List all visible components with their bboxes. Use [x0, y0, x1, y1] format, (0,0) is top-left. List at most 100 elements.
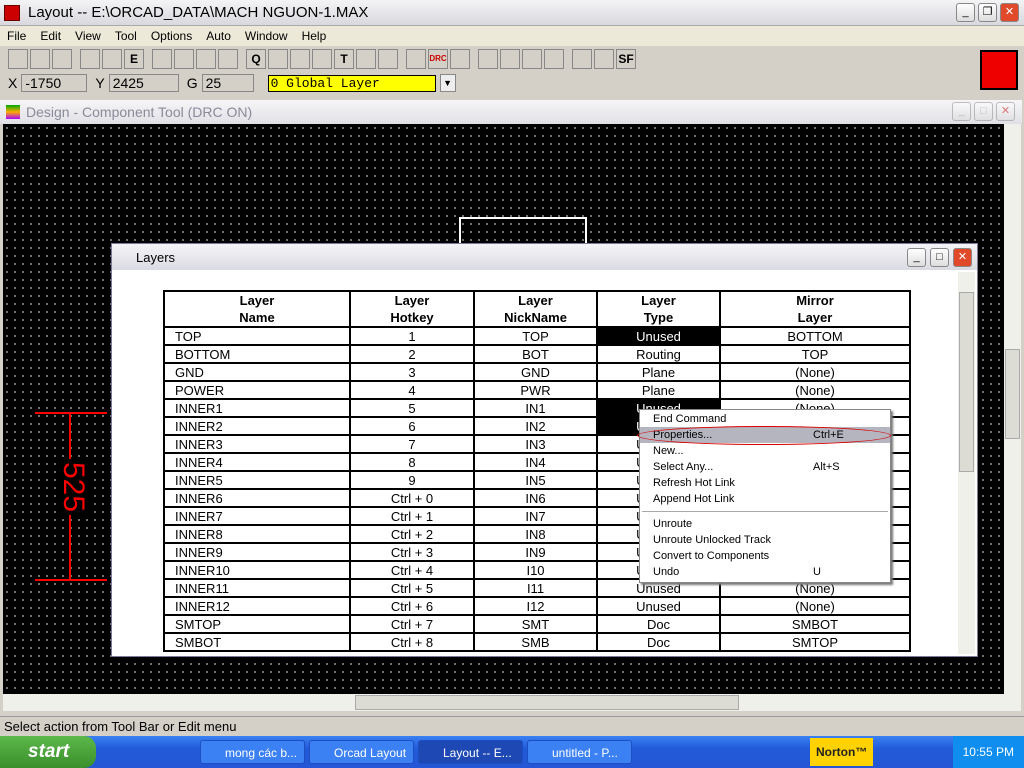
- table-cell[interactable]: I11: [473, 578, 598, 598]
- save-icon[interactable]: [30, 49, 50, 69]
- connect-icon[interactable]: [500, 49, 520, 69]
- table-row[interactable]: SMTOP Ctrl + 7 SMT Doc SMBOT: [163, 614, 911, 634]
- t-icon[interactable]: T: [334, 49, 354, 69]
- table-cell[interactable]: Plane: [596, 380, 721, 400]
- table-cell[interactable]: SMBOT: [163, 632, 351, 652]
- table-cell[interactable]: IN2: [473, 416, 598, 436]
- table-cell[interactable]: Doc: [596, 632, 721, 652]
- design-close-button[interactable]: ✕: [996, 102, 1015, 121]
- table-cell[interactable]: BOTTOM: [719, 326, 911, 346]
- q-icon[interactable]: Q: [246, 49, 266, 69]
- component-icon[interactable]: [268, 49, 288, 69]
- zoom-all-icon[interactable]: [218, 49, 238, 69]
- table-cell[interactable]: Unused: [596, 596, 721, 616]
- drc-icon[interactable]: DRC: [428, 49, 448, 69]
- menu-auto[interactable]: Auto: [199, 29, 238, 43]
- table-cell[interactable]: 5: [349, 398, 475, 418]
- layers-maximize-button[interactable]: □: [930, 248, 949, 267]
- task-orcad-layout[interactable]: Orcad Layout: [309, 740, 414, 764]
- layer-select[interactable]: 0 Global Layer: [267, 74, 436, 92]
- table-cell[interactable]: Routing: [596, 344, 721, 364]
- table-cell[interactable]: BOTTOM: [163, 344, 351, 364]
- start-button[interactable]: start: [0, 736, 96, 768]
- layers-minimize-button[interactable]: _: [907, 248, 926, 267]
- table-cell[interactable]: PWR: [473, 380, 598, 400]
- layers-scroll-thumb[interactable]: [959, 292, 974, 472]
- table-cell[interactable]: Ctrl + 3: [349, 542, 475, 562]
- horizontal-scroll-thumb[interactable]: [355, 695, 739, 710]
- menu-edit[interactable]: Edit: [33, 29, 68, 43]
- table-cell[interactable]: 1: [349, 326, 475, 346]
- e-icon[interactable]: E: [124, 49, 144, 69]
- table-cell[interactable]: IN9: [473, 542, 598, 562]
- table-cell[interactable]: INNER9: [163, 542, 351, 562]
- table-cell[interactable]: BOT: [473, 344, 598, 364]
- table-cell[interactable]: GND: [473, 362, 598, 382]
- edit-segment-icon[interactable]: [544, 49, 564, 69]
- table-cell[interactable]: Plane: [596, 362, 721, 382]
- table-cell[interactable]: TOP: [163, 326, 351, 346]
- menu-file[interactable]: File: [0, 29, 33, 43]
- table-row[interactable]: BOTTOM 2 BOT Routing TOP: [163, 344, 911, 364]
- table-cell[interactable]: INNER11: [163, 578, 351, 598]
- table-cell[interactable]: IN7: [473, 506, 598, 526]
- menu-item-end-command[interactable]: End Command: [640, 411, 890, 427]
- table-cell[interactable]: SMB: [473, 632, 598, 652]
- table-row[interactable]: TOP 1 TOP Unused BOTTOM: [163, 326, 911, 346]
- table-cell[interactable]: 8: [349, 452, 475, 472]
- table-cell[interactable]: IN5: [473, 470, 598, 490]
- table-cell[interactable]: 2: [349, 344, 475, 364]
- table-cell[interactable]: Ctrl + 5: [349, 578, 475, 598]
- table-cell[interactable]: 4: [349, 380, 475, 400]
- drc-check-icon[interactable]: [594, 49, 614, 69]
- norton-tray[interactable]: Norton™: [810, 738, 874, 766]
- menu-item-unroute-unlocked-track[interactable]: Unroute Unlocked Track: [640, 532, 890, 548]
- table-cell[interactable]: INNER3: [163, 434, 351, 454]
- table-cell[interactable]: SMTOP: [719, 632, 911, 652]
- layer-dropdown-button[interactable]: ▼: [439, 74, 456, 92]
- layers-close-button[interactable]: ✕: [953, 248, 972, 267]
- table-cell[interactable]: INNER6: [163, 488, 351, 508]
- table-row[interactable]: SMBOT Ctrl + 8 SMB Doc SMTOP: [163, 632, 911, 652]
- binoculars-icon[interactable]: [102, 49, 122, 69]
- route-icon[interactable]: [478, 49, 498, 69]
- zoom-in-icon[interactable]: [174, 49, 194, 69]
- menu-options[interactable]: Options: [144, 29, 199, 43]
- chip-icon[interactable]: [52, 49, 72, 69]
- table-row[interactable]: INNER12 Ctrl + 6 I12 Unused (None): [163, 596, 911, 616]
- menu-window[interactable]: Window: [238, 29, 295, 43]
- table-cell[interactable]: GND: [163, 362, 351, 382]
- table-cell[interactable]: (None): [719, 380, 911, 400]
- table-row[interactable]: GND 3 GND Plane (None): [163, 362, 911, 382]
- table-cell[interactable]: INNER10: [163, 560, 351, 580]
- menu-item-append-hot-link[interactable]: Append Hot Link: [640, 491, 890, 507]
- table-cell[interactable]: Ctrl + 0: [349, 488, 475, 508]
- table-cell[interactable]: INNER8: [163, 524, 351, 544]
- color-icon[interactable]: [406, 49, 426, 69]
- layers-scrollbar[interactable]: [958, 272, 975, 654]
- table-cell[interactable]: IN3: [473, 434, 598, 454]
- table-cell[interactable]: Ctrl + 6: [349, 596, 475, 616]
- table-cell[interactable]: Doc: [596, 614, 721, 634]
- table-cell[interactable]: SMT: [473, 614, 598, 634]
- table-cell[interactable]: INNER1: [163, 398, 351, 418]
- table-cell[interactable]: TOP: [719, 344, 911, 364]
- design-minimize-button[interactable]: _: [952, 102, 971, 121]
- menu-help[interactable]: Help: [295, 29, 334, 43]
- table-cell[interactable]: (None): [719, 596, 911, 616]
- table-cell[interactable]: TOP: [473, 326, 598, 346]
- menu-item-new[interactable]: New...: [640, 443, 890, 459]
- online-drc-icon[interactable]: [572, 49, 592, 69]
- table-cell[interactable]: IN6: [473, 488, 598, 508]
- menu-item-select-any[interactable]: Select Any... Alt+S: [640, 459, 890, 475]
- table-cell[interactable]: Ctrl + 2: [349, 524, 475, 544]
- horizontal-scrollbar[interactable]: [3, 694, 1021, 711]
- table-cell[interactable]: INNER12: [163, 596, 351, 616]
- table-cell[interactable]: INNER2: [163, 416, 351, 436]
- table-cell[interactable]: I12: [473, 596, 598, 616]
- table-cell[interactable]: IN8: [473, 524, 598, 544]
- table-cell[interactable]: Ctrl + 7: [349, 614, 475, 634]
- table-cell[interactable]: I10: [473, 560, 598, 580]
- table-cell[interactable]: 9: [349, 470, 475, 490]
- table-cell[interactable]: SMBOT: [719, 614, 911, 634]
